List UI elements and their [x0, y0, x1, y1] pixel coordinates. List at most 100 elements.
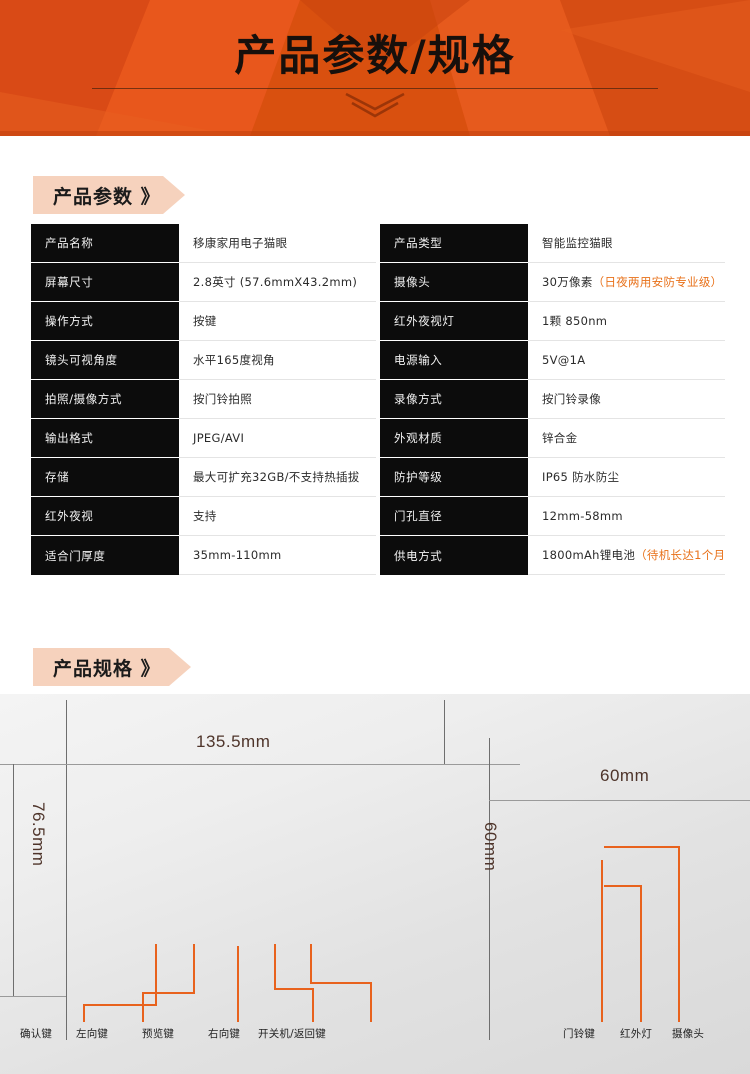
callout-line-ir-v [640, 885, 642, 1022]
spec-label-cell: 门孔直径 [380, 497, 528, 536]
spec-label-cell: 摄像头 [380, 263, 528, 302]
spec-value-cell: 智能监控猫眼 [528, 224, 725, 263]
product-dimension-photo-area: 135.5mm 76.5mm 60mm 60mm EQUES 08:18 [0, 694, 750, 1074]
callout-label-camera-lens-icon: 摄像头 [672, 1028, 705, 1040]
spec-label-cell: 产品类型 [380, 224, 528, 263]
spec-label-cell: 适合门厚度 [31, 536, 179, 575]
spec-value-cell: JPEG/AVI [179, 419, 376, 458]
page-hero-banner: 产品参数/规格 [0, 0, 750, 136]
spec-label-cell: 录像方式 [380, 380, 528, 419]
dimension-label-outdoor-width: 60mm [600, 766, 650, 785]
spec-label-cell: 操作方式 [31, 302, 179, 341]
section-tag-product-specs: 产品规格 》 [33, 648, 191, 686]
spec-label-cell: 红外夜视灯 [380, 302, 528, 341]
spec-label-cell: 屏幕尺寸 [31, 263, 179, 302]
callout-line-power-drop [370, 982, 372, 1022]
callout-line-ok-v [155, 944, 157, 1006]
table-row: 红外夜视灯 1颗 850nm [380, 302, 725, 341]
spec-value-cell: 按键 [179, 302, 376, 341]
dimension-guide-horizontal-outdoor [489, 800, 750, 801]
table-row: 产品名称 移康家用电子猫眼 [31, 224, 376, 263]
tag-arrow-shape [169, 648, 191, 686]
page-title: 产品参数/规格 [234, 31, 516, 80]
hero-divider-line [92, 88, 658, 89]
table-row: 镜头可视角度 水平165度视角 [31, 341, 376, 380]
page-title-wrap: 产品参数/规格 [0, 30, 750, 82]
spec-value-cell: 2.8英寸 (57.6mmX43.2mm) [179, 263, 376, 302]
product-spec-page: 产品参数/规格 产品参数 》 产品名称 移康家用电子猫眼 屏幕尺寸 2.8英寸 (57… [0, 0, 750, 1074]
callout-line-ir-h [604, 885, 642, 887]
spec-value-cell: IP65 防水防尘 [528, 458, 725, 497]
table-row: 屏幕尺寸 2.8英寸 (57.6mmX43.2mm) [31, 263, 376, 302]
chevron-double-down-icon [345, 92, 405, 118]
spec-value-cell: 1颗 850nm [528, 302, 725, 341]
table-row: 输出格式 JPEG/AVI [31, 419, 376, 458]
table-row: 摄像头 30万像素 （日夜两用安防专业级） [380, 263, 725, 302]
callout-line-left-drop [142, 992, 144, 1022]
spec-value-cell: 按门铃拍照 [179, 380, 376, 419]
dimension-guide-vertical-indoor-right [444, 700, 445, 764]
spec-label-cell: 外观材质 [380, 419, 528, 458]
dimension-guide-vertical-mid [489, 738, 490, 1040]
spec-value-cell: 12mm-58mm [528, 497, 725, 536]
dimension-label-indoor-width: 135.5mm [196, 732, 271, 751]
spec-value-highlight: （日夜两用安防专业级） [592, 275, 723, 289]
table-row: 门孔直径 12mm-58mm [380, 497, 725, 536]
callout-line-right-v [274, 944, 276, 990]
scroll-down-hint [0, 90, 750, 125]
spec-value-cell: 35mm-110mm [179, 536, 376, 575]
spec-value-cell: 30万像素 （日夜两用安防专业级） [528, 263, 725, 302]
callout-line-right-h [274, 988, 314, 990]
spec-value-highlight: （待机长达1个月） [635, 548, 725, 562]
callout-line-camera-v [678, 846, 680, 1022]
spec-table-right-column: 产品类型 智能监控猫眼 摄像头 30万像素 （日夜两用安防专业级） 红外夜视灯 1颗 850… [380, 224, 725, 575]
table-row: 电源输入 5V@1A [380, 341, 725, 380]
spec-value-cell: 支持 [179, 497, 376, 536]
table-row: 存储 最大可扩充32GB/不支持热插拔 [31, 458, 376, 497]
spec-value-cell: 锌合金 [528, 419, 725, 458]
spec-value-cell: 水平165度视角 [179, 341, 376, 380]
callout-line-ok-drop [83, 1004, 85, 1022]
spec-table: 产品名称 移康家用电子猫眼 屏幕尺寸 2.8英寸 (57.6mmX43.2mm) 操作方… [31, 224, 725, 575]
spec-label-cell: 拍照/摄像方式 [31, 380, 179, 419]
callout-line-power-h [310, 982, 372, 984]
spec-value-cell: 按门铃录像 [528, 380, 725, 419]
table-row: 拍照/摄像方式 按门铃拍照 [31, 380, 376, 419]
callout-label-right-arrow-icon: 右向键 [208, 1028, 241, 1040]
dimension-label-outdoor-height: 60mm [481, 822, 500, 872]
section-tag-specs-label: 产品规格 》 [53, 657, 161, 680]
spec-table-left-column: 产品名称 移康家用电子猫眼 屏幕尺寸 2.8英寸 (57.6mmX43.2mm) 操作方… [31, 224, 376, 575]
callout-label-preview-person-icon: 预览键 [142, 1028, 175, 1040]
spec-label-cell: 镜头可视角度 [31, 341, 179, 380]
tag-arrow-shape [163, 176, 185, 214]
dimension-guide-height-indoor [13, 764, 14, 996]
callout-line-left-v [193, 944, 195, 994]
table-row: 操作方式 按键 [31, 302, 376, 341]
callout-label-ok-button-icon: 确认键 [20, 1028, 53, 1040]
callout-line-right-drop [312, 988, 314, 1022]
section-tag-product-params: 产品参数 》 [33, 176, 185, 214]
callout-label-bell-icon: 门铃键 [563, 1028, 596, 1040]
spec-label-cell: 输出格式 [31, 419, 179, 458]
table-row: 供电方式1800mAh锂电池（待机长达1个月） [380, 536, 725, 575]
callout-label-left-arrow-icon: 左向键 [76, 1028, 109, 1040]
callout-line-preview-v [237, 946, 239, 1022]
callout-line-ok-h [83, 1004, 157, 1006]
table-row: 外观材质 锌合金 [380, 419, 725, 458]
spec-value-cell: 移康家用电子猫眼 [179, 224, 376, 263]
callout-line-camera-h [604, 846, 680, 848]
table-row: 适合门厚度 35mm-110mm [31, 536, 376, 575]
section-tag-params-label: 产品参数 》 [53, 185, 161, 208]
table-row: 红外夜视 支持 [31, 497, 376, 536]
spec-label-cell: 产品名称 [31, 224, 179, 263]
callout-label-power-return-icon: 开关机/返回键 [258, 1028, 326, 1040]
dimension-guide-horizontal-indoor-bottom [0, 996, 66, 997]
spec-label-cell: 防护等级 [380, 458, 528, 497]
spec-value-cell: 最大可扩充32GB/不支持热插拔 [179, 458, 376, 497]
spec-label-cell: 存储 [31, 458, 179, 497]
spec-label-cell: 供电方式 [380, 536, 528, 575]
dimension-label-indoor-height: 76.5mm [29, 802, 48, 867]
dimension-guide-vertical-left [66, 700, 67, 1040]
callout-line-left-h [142, 992, 195, 994]
table-row: 产品类型 智能监控猫眼 [380, 224, 725, 263]
